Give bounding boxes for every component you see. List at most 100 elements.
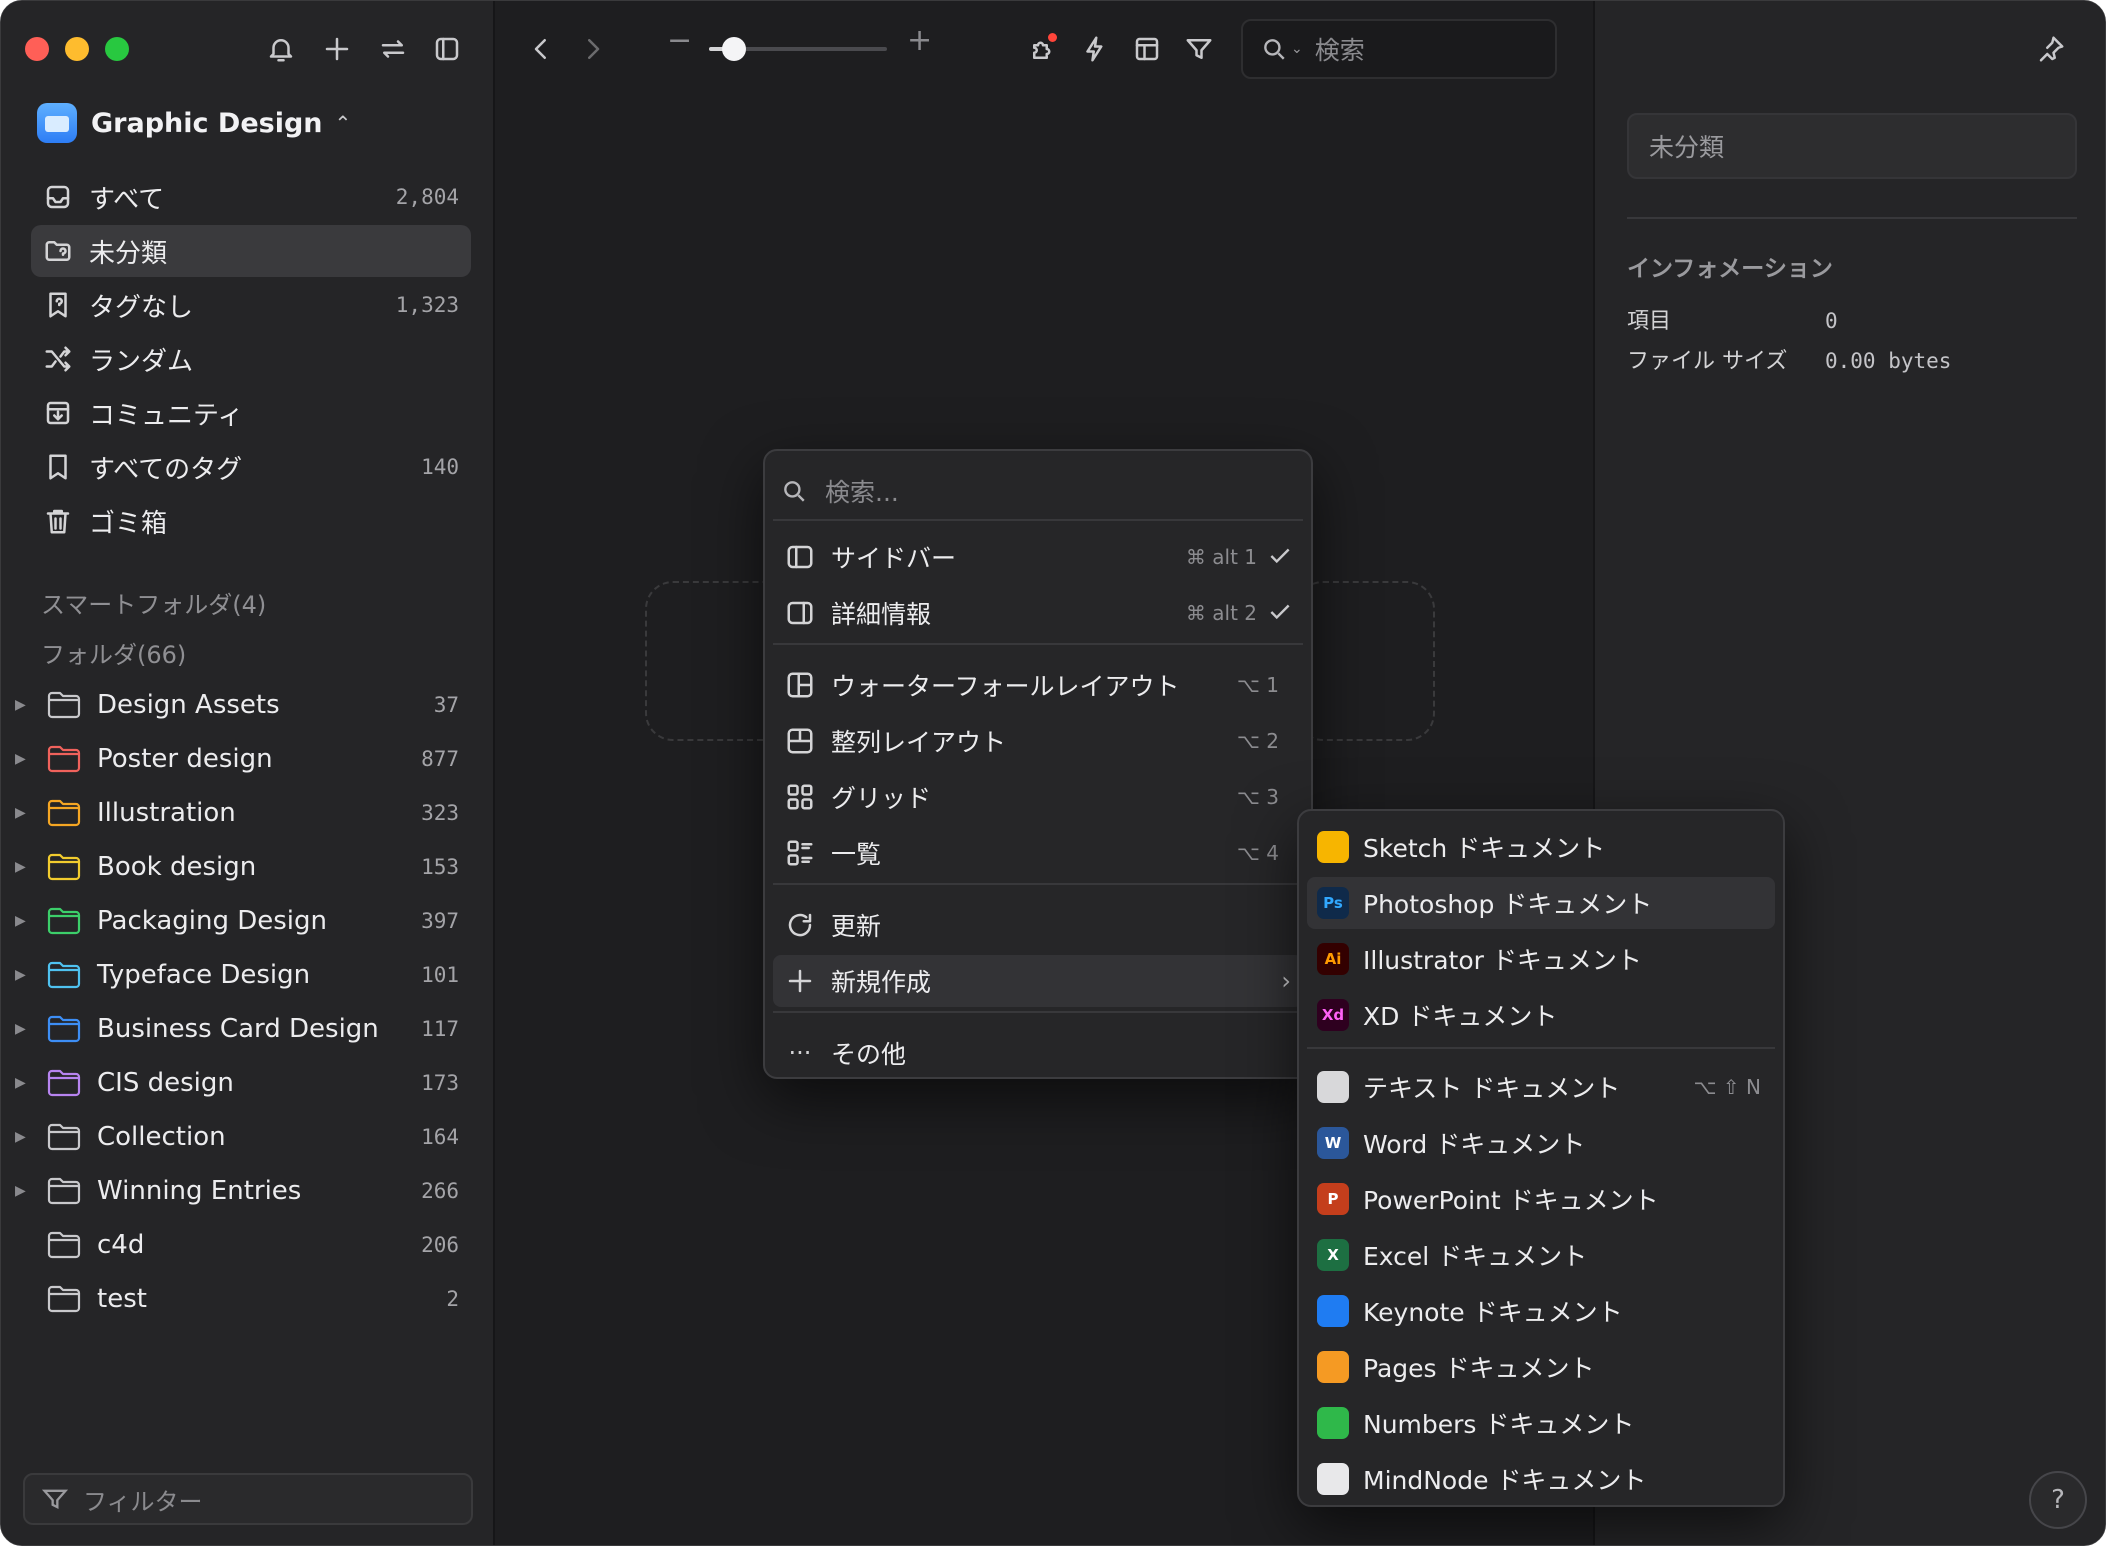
folder-item[interactable]: test 2	[11, 1273, 471, 1325]
back-arrow-icon[interactable]	[521, 29, 561, 69]
folders-header[interactable]: フォルダ(66)	[41, 635, 186, 670]
grid-icon	[783, 780, 817, 814]
filter-icon	[41, 1489, 69, 1510]
menu-separator	[773, 643, 1303, 645]
submenu-item-label: テキスト ドキュメント	[1363, 1074, 1621, 1103]
submenu-item[interactable]: MindNode ドキュメント	[1307, 1453, 1775, 1505]
sidebar-toggle-icon[interactable]	[427, 29, 467, 69]
submenu-item[interactable]: テキスト ドキュメント ⌥ ⇧ N	[1307, 1061, 1775, 1113]
menu-item[interactable]: サイドバー ⌘ alt 1	[773, 531, 1303, 583]
submenu-item[interactable]: P PowerPoint ドキュメント	[1307, 1173, 1775, 1225]
folder-item[interactable]: ▶ Winning Entries 266	[11, 1165, 471, 1217]
folder-item[interactable]: ▶ Design Assets 37	[11, 679, 471, 731]
disclosure-arrow-icon[interactable]: ▶	[15, 1075, 29, 1091]
disclosure-arrow-icon[interactable]: ▶	[15, 1183, 29, 1199]
folder-name: Poster design	[97, 744, 273, 774]
menu-item[interactable]: グリッド ⌥ 3	[773, 771, 1303, 823]
submenu-item[interactable]: Pages ドキュメント	[1307, 1341, 1775, 1393]
folder-item[interactable]: ▶ Book design 153	[11, 841, 471, 893]
plus-icon[interactable]	[317, 29, 357, 69]
minimize-window-button[interactable]	[65, 37, 89, 61]
submenu-item-label: Photoshop ドキュメント	[1363, 890, 1653, 919]
forward-arrow-icon[interactable]	[573, 29, 613, 69]
smart-folders-header[interactable]: スマートフォルダ(4)	[41, 585, 266, 620]
menu-item[interactable]: ウォーターフォールレイアウト ⌥ 1	[773, 659, 1303, 711]
disclosure-arrow-icon[interactable]: ▶	[15, 751, 29, 767]
submenu-item-label: MindNode ドキュメント	[1363, 1466, 1647, 1495]
folder-item[interactable]: ▶ Illustration 323	[11, 787, 471, 839]
menu-item[interactable]: 詳細情報 ⌘ alt 2	[773, 587, 1303, 639]
disclosure-arrow-icon[interactable]: ▶	[15, 967, 29, 983]
menu-shortcut: ⌘ alt 2	[1185, 601, 1257, 625]
toolbar-search-placeholder: 検索	[1314, 36, 1365, 65]
layout-icon[interactable]	[1127, 29, 1167, 69]
nav-item[interactable]: ゴミ箱	[31, 495, 471, 547]
folder-item[interactable]: ▶ Collection 164	[11, 1111, 471, 1163]
submenu-item-label: Excel ドキュメント	[1363, 1242, 1588, 1271]
zoom-in-button[interactable]: +	[907, 23, 932, 58]
filter-funnel-icon[interactable]	[1179, 29, 1219, 69]
folder-item[interactable]: ▶ Poster design 877	[11, 733, 471, 785]
folder-count: 173	[421, 1071, 459, 1095]
library-switcher[interactable]: Graphic Design ⌃	[37, 101, 351, 145]
menu-item[interactable]: ··· その他	[773, 1027, 1303, 1079]
numbers-app-icon	[1317, 1407, 1349, 1439]
folder-item[interactable]: ▶ Typeface Design 101	[11, 949, 471, 1001]
puzzle-extension-icon[interactable]	[1023, 29, 1063, 69]
bell-icon[interactable]	[261, 29, 301, 69]
folder-count: 266	[421, 1179, 459, 1203]
menu-item[interactable]: 整列レイアウト ⌥ 2	[773, 715, 1303, 767]
submenu-item[interactable]: W Word ドキュメント	[1307, 1117, 1775, 1169]
menu-item[interactable]: 一覧 ⌥ 4	[773, 827, 1303, 879]
submenu-item[interactable]: Numbers ドキュメント	[1307, 1397, 1775, 1449]
app-badge-text: P	[1327, 1190, 1339, 1208]
search-icon	[784, 481, 805, 502]
nav-item[interactable]: タグなし 1,323	[31, 279, 471, 331]
list-icon	[783, 836, 817, 870]
folder-item[interactable]: ▶ Packaging Design 397	[11, 895, 471, 947]
submenu-item[interactable]: Xd XD ドキュメント	[1307, 989, 1775, 1041]
zoom-slider-knob[interactable]	[721, 37, 746, 61]
folder-name-field[interactable]: 未分類	[1627, 113, 2077, 179]
disclosure-arrow-icon[interactable]: ▶	[15, 1021, 29, 1037]
folder-count: 2	[446, 1287, 459, 1311]
checkmark-icon	[1267, 543, 1295, 571]
swap-arrows-icon[interactable]	[373, 29, 413, 69]
submenu-item[interactable]: Sketch ドキュメント	[1307, 821, 1775, 873]
disclosure-arrow-icon[interactable]: ▶	[15, 859, 29, 875]
submenu-item[interactable]: Keynote ドキュメント	[1307, 1285, 1775, 1337]
disclosure-arrow-icon[interactable]: ▶	[15, 805, 29, 821]
folder-item[interactable]: c4d 206	[11, 1219, 471, 1271]
submenu-item[interactable]: X Excel ドキュメント	[1307, 1229, 1775, 1281]
help-button[interactable]: ?	[2029, 1471, 2087, 1529]
disclosure-arrow-icon[interactable]: ▶	[15, 1129, 29, 1145]
toolbar-search-field[interactable]: ⌄ 検索	[1241, 19, 1557, 79]
zoom-window-button[interactable]	[105, 37, 129, 61]
pin-icon[interactable]	[2031, 29, 2071, 69]
submenu-item[interactable]: Ai Illustrator ドキュメント	[1307, 933, 1775, 985]
close-window-button[interactable]	[25, 37, 49, 61]
nav-item[interactable]: ランダム	[31, 333, 471, 385]
folder-icon	[47, 690, 81, 720]
nav-item[interactable]: 未分類	[31, 225, 471, 277]
disclosure-arrow-icon[interactable]: ▶	[15, 697, 29, 713]
folder-item[interactable]: ▶ CIS design 173	[11, 1057, 471, 1109]
empty-state-graphic-right	[1295, 581, 1435, 741]
disclosure-arrow-icon[interactable]: ▶	[15, 913, 29, 929]
filter-field[interactable]: フィルター	[23, 1473, 473, 1525]
bolt-icon[interactable]	[1075, 29, 1115, 69]
menu-search-field[interactable]: 検索...	[781, 465, 899, 517]
menu-shortcut: ⌥ ⇧ N	[1693, 1075, 1761, 1099]
menu-separator	[773, 883, 1303, 885]
menu-item[interactable]: 更新	[773, 899, 1303, 951]
chevron-right-icon: ›	[1281, 967, 1291, 995]
menu-item-label: 一覧	[831, 840, 882, 869]
nav-item[interactable]: すべて 2,804	[31, 171, 471, 223]
submenu-item[interactable]: Ps Photoshop ドキュメント	[1307, 877, 1775, 929]
folder-item[interactable]: ▶ Business Card Design 117	[11, 1003, 471, 1055]
nav-item[interactable]: すべてのタグ 140	[31, 441, 471, 493]
menu-item[interactable]: 新規作成 ›	[773, 955, 1303, 1007]
nav-item[interactable]: コミュニティ	[31, 387, 471, 439]
zoom-out-button[interactable]: −	[667, 23, 692, 58]
info-value: 0	[1825, 309, 1838, 333]
